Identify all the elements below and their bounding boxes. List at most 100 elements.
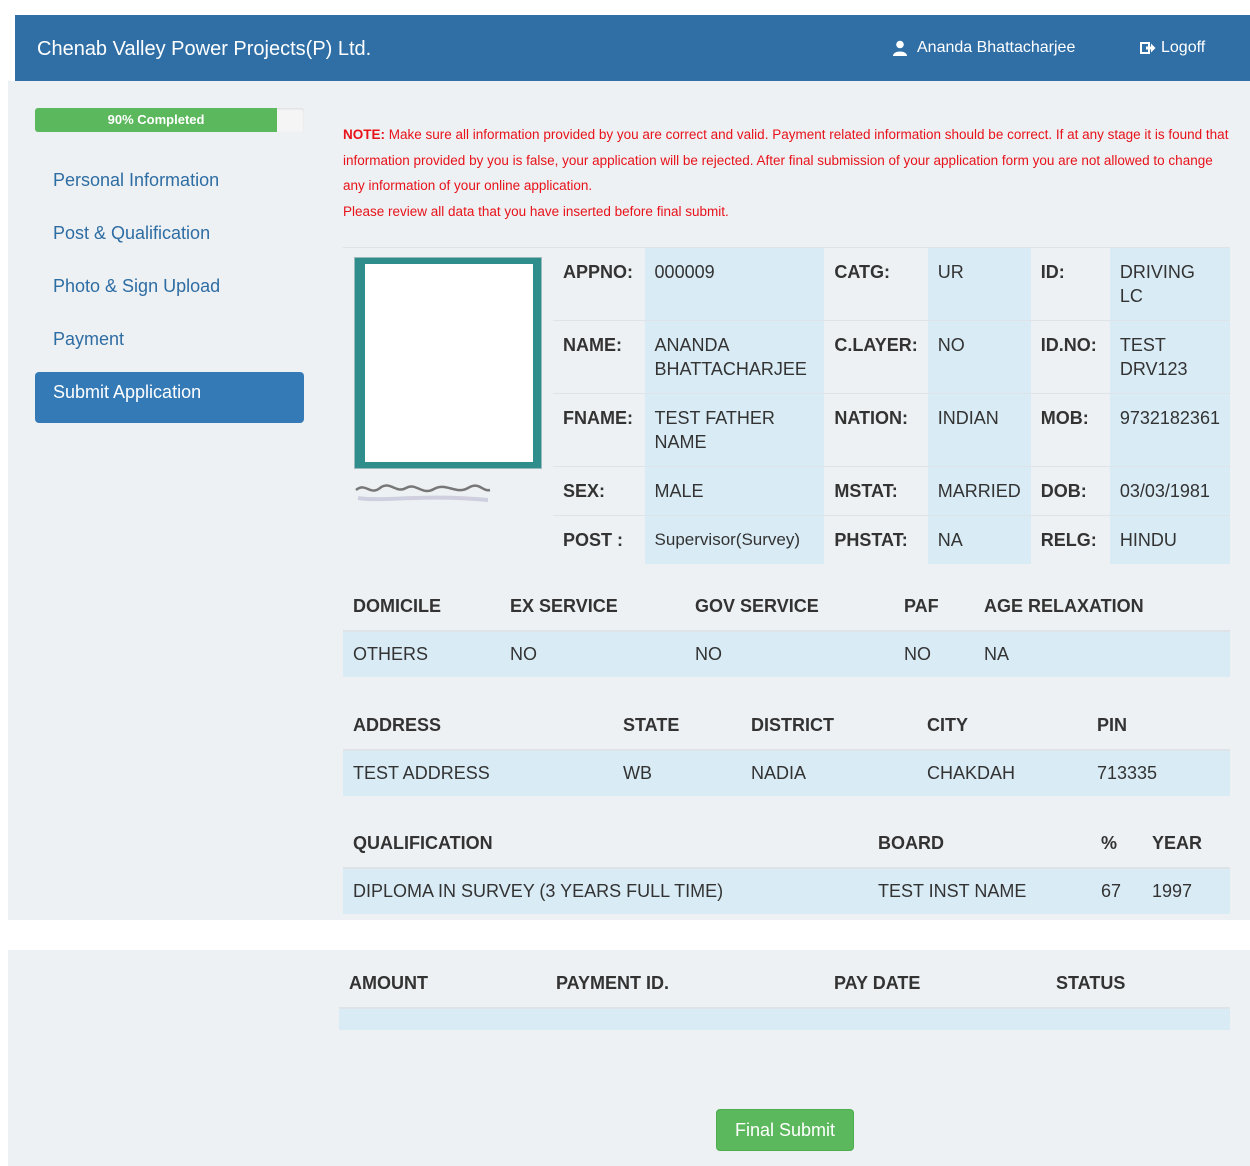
photo-image — [365, 264, 533, 462]
state-header: STATE — [613, 702, 741, 751]
status-header: STATUS — [1046, 960, 1230, 1009]
id-label: ID: — [1030, 247, 1110, 321]
brand-title[interactable]: Chenab Valley Power Projects(P) Ltd. — [37, 38, 371, 61]
progress-bar: 90% Completed — [35, 108, 304, 132]
table-header-row: QUALIFICATION BOARD % YEAR — [343, 820, 1230, 869]
idno-label: ID.NO: — [1030, 320, 1110, 394]
sidebar-item-photo-sign-upload[interactable]: Photo & Sign Upload — [35, 266, 304, 317]
domicile-value: OTHERS — [343, 631, 500, 677]
mob-label: MOB: — [1030, 393, 1110, 467]
mob-value: 9732182361 — [1109, 393, 1230, 467]
name-label: NAME: — [553, 320, 645, 394]
appno-value: 000009 — [644, 247, 825, 321]
address-header: ADDRESS — [343, 702, 613, 751]
year-header: YEAR — [1142, 820, 1230, 869]
percent-header: % — [1091, 820, 1142, 869]
logoff-link[interactable]: Logoff — [1139, 39, 1205, 57]
user-menu[interactable]: Ananda Bhattacharjee — [891, 39, 1075, 57]
table-row: SEX: MALE MSTAT: MARRIED DOB: 03/03/1981 — [553, 466, 1230, 516]
note-review: Please review all data that you have ins… — [343, 203, 729, 219]
table-row: FNAME: TEST FATHER NAME NATION: INDIAN M… — [553, 393, 1230, 467]
applicant-details-table: APPNO: 000009 CATG: UR ID: DRIVING LC NA… — [553, 247, 1230, 564]
name-value: ANANDA BHATTACHARJEE — [644, 320, 825, 394]
id-value: DRIVING LC — [1109, 247, 1230, 321]
table-row: DIPLOMA IN SURVEY (3 YEARS FULL TIME) TE… — [343, 868, 1230, 914]
note-body: Make sure all information provided by yo… — [343, 127, 1229, 193]
table-row — [339, 1008, 1230, 1030]
user-name: Ananda Bhattacharjee — [917, 39, 1076, 56]
sidebar-item-payment[interactable]: Payment — [35, 319, 304, 370]
domicile-header: DOMICILE — [343, 583, 500, 632]
sidebar-item-post-qualification[interactable]: Post & Qualification — [35, 213, 304, 264]
idno-value: TEST DRV123 — [1109, 320, 1230, 394]
qualification-header: QUALIFICATION — [343, 820, 868, 869]
address-table: ADDRESS STATE DISTRICT CITY PIN TEST ADD… — [343, 702, 1230, 796]
domicile-table: DOMICILE EX SERVICE GOV SERVICE PAF AGE … — [343, 583, 1230, 677]
table-header-row: ADDRESS STATE DISTRICT CITY PIN — [343, 702, 1230, 751]
district-header: DISTRICT — [741, 702, 917, 751]
paf-value: NO — [894, 631, 974, 677]
relg-label: RELG: — [1030, 515, 1110, 564]
ex-service-header: EX SERVICE — [500, 583, 685, 632]
top-navbar: Chenab Valley Power Projects(P) Ltd. Ana… — [15, 15, 1250, 81]
sidebar-item-submit-application[interactable]: Submit Application — [35, 372, 304, 423]
table-header-row: DOMICILE EX SERVICE GOV SERVICE PAF AGE … — [343, 583, 1230, 632]
empty-payment-row — [339, 1008, 1230, 1030]
applicant-photo — [354, 257, 542, 469]
clayer-label: C.LAYER: — [824, 320, 928, 394]
board-value: TEST INST NAME — [868, 868, 1091, 914]
final-submit-button[interactable]: Final Submit — [716, 1109, 854, 1151]
nation-value: INDIAN — [927, 393, 1031, 467]
age-relaxation-value: NA — [974, 631, 1230, 677]
age-relaxation-header: AGE RELAXATION — [974, 583, 1230, 632]
address-value: TEST ADDRESS — [343, 750, 613, 796]
gov-service-value: NO — [685, 631, 894, 677]
logoff-icon — [1139, 39, 1157, 57]
state-value: WB — [613, 750, 741, 796]
year-value: 1997 — [1142, 868, 1230, 914]
fname-label: FNAME: — [553, 393, 645, 467]
paf-header: PAF — [894, 583, 974, 632]
ex-service-value: NO — [500, 631, 685, 677]
sex-value: MALE — [644, 466, 825, 516]
pin-header: PIN — [1087, 702, 1230, 751]
catg-value: UR — [927, 247, 1031, 321]
table-row: OTHERS NO NO NO NA — [343, 631, 1230, 677]
pay-date-header: PAY DATE — [824, 960, 1046, 1009]
applicant-signature — [352, 476, 492, 512]
sex-label: SEX: — [553, 466, 645, 516]
logoff-label: Logoff — [1161, 39, 1206, 56]
qualification-table: QUALIFICATION BOARD % YEAR DIPLOMA IN SU… — [343, 820, 1230, 914]
mstat-value: MARRIED — [927, 466, 1031, 516]
clayer-value: NO — [927, 320, 1031, 394]
city-value: CHAKDAH — [917, 750, 1087, 796]
fname-value: TEST FATHER NAME — [644, 393, 825, 467]
phstat-label: PHSTAT: — [824, 515, 928, 564]
post-label: POST : — [553, 515, 645, 564]
table-row: TEST ADDRESS WB NADIA CHAKDAH 713335 — [343, 750, 1230, 796]
gov-service-header: GOV SERVICE — [685, 583, 894, 632]
top-strip — [0, 0, 1250, 15]
notice-text: NOTE: Make sure all information provided… — [343, 122, 1230, 224]
payment-table: AMOUNT PAYMENT ID. PAY DATE STATUS — [339, 960, 1230, 1030]
table-row: APPNO: 000009 CATG: UR ID: DRIVING LC — [553, 247, 1230, 321]
phstat-value: NA — [927, 515, 1031, 564]
nation-label: NATION: — [824, 393, 928, 467]
catg-label: CATG: — [824, 247, 928, 321]
mstat-label: MSTAT: — [824, 466, 928, 516]
sidebar-item-personal-information[interactable]: Personal Information — [35, 160, 304, 211]
payment-id-header: PAYMENT ID. — [546, 960, 824, 1009]
dob-label: DOB: — [1030, 466, 1110, 516]
note-prefix: NOTE: — [343, 127, 385, 142]
table-row: NAME: ANANDA BHATTACHARJEE C.LAYER: NO I… — [553, 320, 1230, 394]
appno-label: APPNO: — [553, 247, 645, 321]
relg-value: HINDU — [1109, 515, 1230, 564]
progress-fill: 90% Completed — [35, 108, 278, 132]
city-header: CITY — [917, 702, 1087, 751]
table-row: POST : Supervisor(Survey) PHSTAT: NA REL… — [553, 515, 1230, 564]
board-header: BOARD — [868, 820, 1091, 869]
user-icon — [891, 39, 909, 57]
sidebar-nav: Personal Information Post & Qualificatio… — [35, 160, 304, 425]
amount-header: AMOUNT — [339, 960, 546, 1009]
pin-value: 713335 — [1087, 750, 1230, 796]
